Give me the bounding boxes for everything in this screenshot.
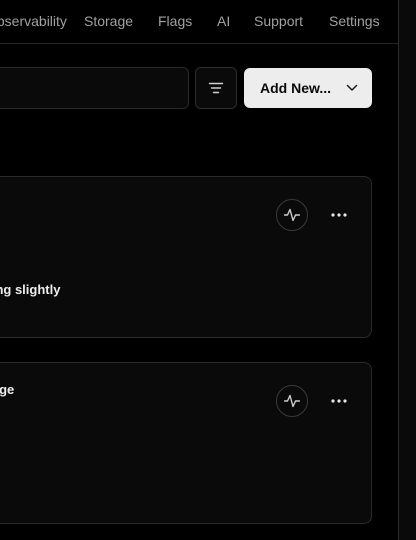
tab-settings[interactable]: Settings bbox=[329, 13, 380, 29]
more-icon bbox=[331, 213, 347, 217]
right-rail bbox=[398, 0, 416, 540]
chevron-down-icon[interactable] bbox=[346, 82, 358, 94]
activity-button[interactable] bbox=[276, 385, 308, 417]
add-new-label: Add New... bbox=[260, 80, 332, 96]
activity-button[interactable] bbox=[276, 199, 308, 231]
search-input[interactable] bbox=[0, 67, 189, 109]
tab-flags[interactable]: Flags bbox=[158, 13, 192, 29]
top-navigation: Observability Storage Flags AI Support S… bbox=[0, 0, 398, 44]
tab-observability[interactable]: Observability bbox=[0, 13, 67, 29]
project-card-title: ...ing slightly bbox=[0, 282, 61, 297]
more-options-button[interactable] bbox=[327, 205, 351, 225]
tab-ai[interactable]: AI bbox=[217, 13, 230, 29]
filter-button[interactable] bbox=[195, 67, 237, 109]
filter-icon bbox=[208, 82, 224, 94]
project-card-title: ...age bbox=[0, 382, 15, 397]
project-card[interactable]: ...ing slightly bbox=[0, 176, 372, 338]
tab-storage[interactable]: Storage bbox=[84, 13, 133, 29]
activity-icon bbox=[284, 394, 300, 408]
add-new-button[interactable]: Add New... bbox=[244, 68, 372, 108]
activity-icon bbox=[284, 208, 300, 222]
project-card[interactable]: ...age bbox=[0, 362, 372, 524]
tab-support[interactable]: Support bbox=[254, 13, 303, 29]
more-options-button[interactable] bbox=[327, 391, 351, 411]
more-icon bbox=[331, 399, 347, 403]
